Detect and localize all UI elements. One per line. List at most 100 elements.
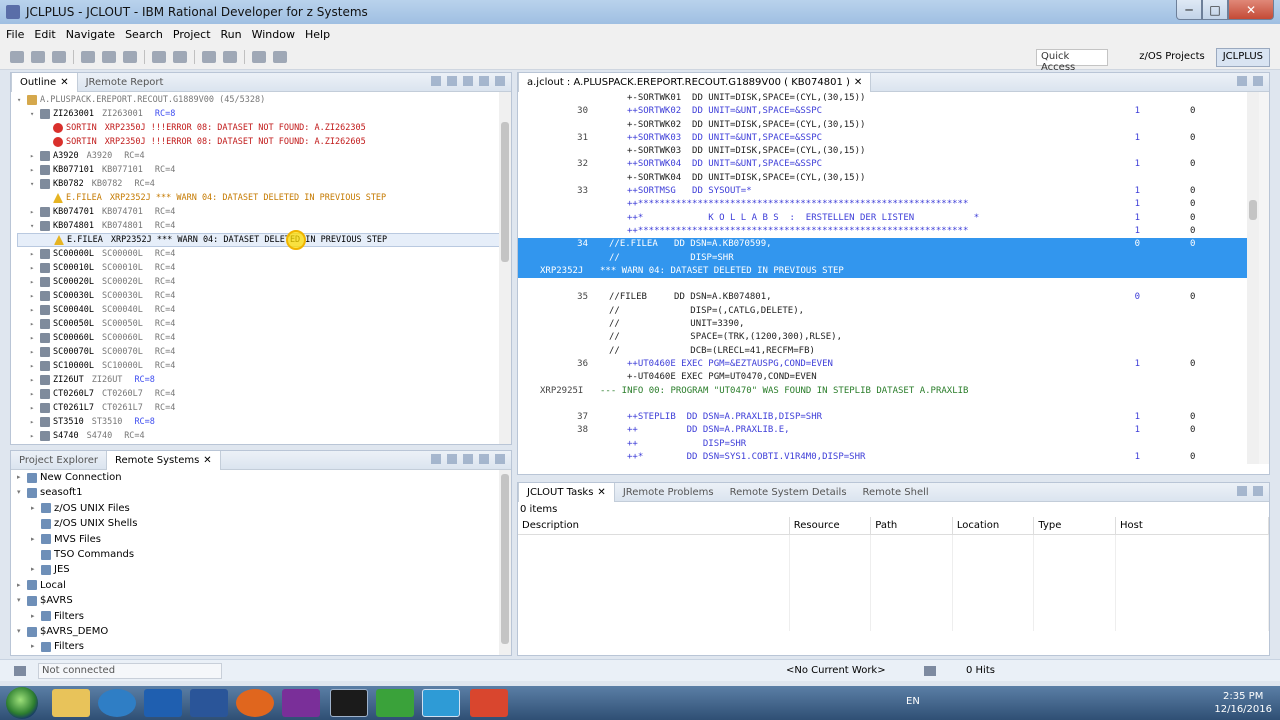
- chevron-right-icon[interactable]: ▸: [17, 578, 25, 593]
- minimize-view-icon[interactable]: [479, 76, 489, 86]
- chevron-down-icon[interactable]: ▾: [17, 93, 25, 107]
- list-item[interactable]: ▸ SC00040L SC00040L RC=4: [17, 303, 511, 317]
- scroll-thumb[interactable]: [501, 474, 509, 644]
- list-item[interactable]: ▸ SC00060L SC00060L RC=4: [17, 331, 511, 345]
- list-item[interactable]: ▸ MVS Files: [17, 532, 511, 547]
- outlook-icon[interactable]: [144, 689, 182, 717]
- minimize-view-icon[interactable]: [1237, 76, 1247, 86]
- chevron-right-icon[interactable]: ▸: [31, 562, 39, 577]
- list-item[interactable]: ▸ z/OS UNIX Files: [17, 501, 511, 516]
- list-item[interactable]: ▸ JES: [17, 562, 511, 577]
- tab-jclout-tasks[interactable]: JCLOUT Tasks ✕: [518, 482, 615, 502]
- menu-window[interactable]: Window: [252, 28, 295, 41]
- list-item[interactable]: ▸ CT0261L7 CT0261L7 RC=4: [17, 401, 511, 415]
- tab-remote-shell[interactable]: Remote Shell: [855, 483, 937, 502]
- code-line[interactable]: XRP2352J *** WARN 04: DATASET DELETED IN …: [518, 264, 1247, 279]
- chevron-down-icon[interactable]: ▾: [17, 593, 25, 608]
- list-item[interactable]: ▸ Filters: [17, 639, 511, 654]
- tab-jremote-problems[interactable]: JRemote Problems: [615, 483, 722, 502]
- refresh-icon[interactable]: [123, 51, 137, 63]
- debug-icon[interactable]: [173, 51, 187, 63]
- close-icon[interactable]: ✕: [203, 455, 211, 466]
- menu-navigate[interactable]: Navigate: [66, 28, 115, 41]
- terminal-icon[interactable]: [330, 689, 368, 717]
- close-icon[interactable]: ✕: [854, 77, 862, 88]
- list-item[interactable]: ▸ KB077101 KB077101 RC=4: [17, 163, 511, 177]
- system-clock[interactable]: 2:35 PM 12/16/2016: [1214, 690, 1272, 716]
- tab-jremote-report[interactable]: JRemote Report: [78, 73, 172, 92]
- list-item[interactable]: ▸ SC10000L SC10000L RC=4: [17, 359, 511, 373]
- code-line[interactable]: // DISP=SHR: [518, 251, 1247, 265]
- code-line[interactable]: // DISP=(,CATLG,DELETE),: [518, 305, 1247, 318]
- recorder-icon[interactable]: [470, 689, 508, 717]
- chevron-down-icon[interactable]: ▾: [30, 177, 38, 191]
- chevron-right-icon[interactable]: ▸: [30, 261, 38, 275]
- chevron-right-icon[interactable]: ▸: [30, 401, 38, 415]
- list-item[interactable]: SORTIN XRP2350J !!!ERROR 08: DATASET NOT …: [17, 135, 511, 149]
- camtasia-icon[interactable]: [376, 689, 414, 717]
- maximize-button[interactable]: □: [1202, 0, 1228, 20]
- perspective-jclplus[interactable]: JCLPLUS: [1215, 48, 1270, 67]
- start-button[interactable]: [6, 687, 38, 719]
- chevron-right-icon[interactable]: ▸: [30, 149, 38, 163]
- code-line[interactable]: XRP2925I --- INFO 00: PROGRAM "UT0470" WA…: [518, 385, 1247, 398]
- list-item[interactable]: ▾ KB074801 KB074801 RC=4: [17, 219, 511, 233]
- code-line[interactable]: +-SORTWK03 DD UNIT=DISK,SPACE=(CYL,(30,1…: [518, 145, 1247, 158]
- menu-help[interactable]: Help: [305, 28, 330, 41]
- list-item[interactable]: ▾ seasoft1: [17, 485, 511, 500]
- firefox-icon[interactable]: [236, 689, 274, 717]
- annotation-icon[interactable]: [223, 51, 237, 63]
- tab-remote-system-details[interactable]: Remote System Details: [722, 483, 855, 502]
- chevron-right-icon[interactable]: ▸: [30, 303, 38, 317]
- list-item[interactable]: ▸ SC00000L SC00000L RC=4: [17, 247, 511, 261]
- tab-jclout-editor[interactable]: a.jclout : A.PLUSPACK.EREPORT.RECOUT.G18…: [518, 72, 872, 92]
- remote-scrollbar[interactable]: [499, 470, 511, 655]
- scroll-thumb[interactable]: [1249, 200, 1257, 220]
- chevron-down-icon[interactable]: ▾: [17, 624, 25, 639]
- maximize-view-icon[interactable]: [495, 76, 505, 86]
- list-item[interactable]: ▸ SC00070L SC00070L RC=4: [17, 345, 511, 359]
- chevron-down-icon[interactable]: ▾: [17, 485, 25, 500]
- outline-root[interactable]: ▾ A.PLUSPACK.EREPORT.RECOUT.G1889V00 (45…: [17, 93, 511, 107]
- chevron-right-icon[interactable]: ▸: [31, 609, 39, 624]
- list-item[interactable]: ▾ $AVRS: [17, 593, 511, 608]
- column-header-description[interactable]: Description: [518, 517, 790, 535]
- column-header-location[interactable]: Location: [952, 517, 1035, 535]
- code-line[interactable]: ++**************************************…: [518, 198, 1247, 211]
- close-button[interactable]: ✕: [1228, 0, 1274, 20]
- language-indicator[interactable]: EN: [906, 696, 920, 707]
- quick-access-input[interactable]: Quick Access: [1036, 49, 1108, 73]
- new-icon[interactable]: [10, 51, 24, 63]
- code-line[interactable]: [518, 398, 1247, 411]
- chevron-right-icon[interactable]: ▸: [30, 429, 38, 443]
- close-icon[interactable]: ✕: [60, 77, 68, 88]
- list-item[interactable]: E.FILEA XRP2352J *** WARN 04: DATASET DEL…: [17, 191, 511, 205]
- sort-icon[interactable]: [463, 76, 473, 86]
- list-item[interactable]: ▸ A3920 A3920 RC=4: [17, 149, 511, 163]
- list-item[interactable]: TSO Commands: [17, 547, 511, 562]
- tab-project-explorer[interactable]: Project Explorer: [11, 451, 106, 470]
- list-item[interactable]: SORTIN XRP2350J !!!ERROR 08: DATASET NOT …: [17, 121, 511, 135]
- chevron-right-icon[interactable]: ▸: [30, 275, 38, 289]
- code-line[interactable]: 38 ++ DD DSN=A.PRAXLIB.E, 1 0: [518, 424, 1247, 437]
- code-line[interactable]: ++* DD DSN=SYS1.COBTI.V1R4M0,DISP=SHR 1 0: [518, 451, 1247, 464]
- forward-icon[interactable]: [447, 454, 457, 464]
- code-line[interactable]: 30 ++SORTWK02 DD UNIT=&UNT,SPACE=&SSPC 1 0: [518, 105, 1247, 118]
- chevron-right-icon[interactable]: ▸: [30, 247, 38, 261]
- explorer-icon[interactable]: [52, 689, 90, 717]
- list-item[interactable]: ▸ SC00030L SC00030L RC=4: [17, 289, 511, 303]
- scroll-thumb[interactable]: [501, 122, 509, 262]
- chevron-right-icon[interactable]: ▸: [30, 415, 38, 429]
- list-item[interactable]: ▸ ST3510 ST3510 RC=8: [17, 415, 511, 429]
- code-line[interactable]: +-SORTWK02 DD UNIT=DISK,SPACE=(CYL,(30,1…: [518, 119, 1247, 132]
- chevron-down-icon[interactable]: ▾: [30, 107, 38, 121]
- list-item[interactable]: ▸ ZI26UT ZI26UT RC=8: [17, 373, 511, 387]
- chevron-right-icon[interactable]: ▸: [30, 387, 38, 401]
- list-item[interactable]: ▸ KB074701 KB074701 RC=4: [17, 205, 511, 219]
- menu-run[interactable]: Run: [221, 28, 242, 41]
- collapse-icon[interactable]: [463, 454, 473, 464]
- code-line[interactable]: +-SORTWK04 DD UNIT=DISK,SPACE=(CYL,(30,1…: [518, 172, 1247, 185]
- maximize-view-icon[interactable]: [1253, 486, 1263, 496]
- chevron-right-icon[interactable]: ▸: [30, 359, 38, 373]
- maximize-view-icon[interactable]: [495, 454, 505, 464]
